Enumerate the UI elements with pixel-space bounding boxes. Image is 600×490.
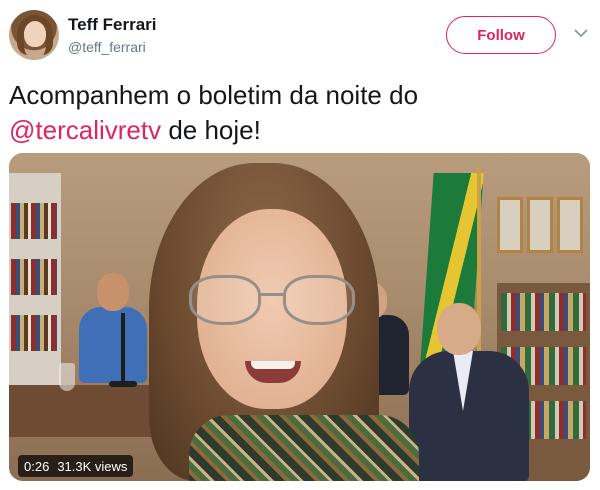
microphone-stand	[121, 313, 125, 385]
tweet-header: Teff Ferrari @teff_ferrari Follow	[0, 0, 600, 72]
chevron-down-icon[interactable]	[574, 28, 588, 38]
author-handle[interactable]: @teff_ferrari	[68, 39, 146, 55]
avatar[interactable]	[9, 10, 59, 60]
tweet-text-intro: Acompanhem o boletim da noite do	[9, 80, 419, 110]
mention-link[interactable]: @tercalivretv	[9, 115, 161, 145]
eyeglasses	[189, 275, 355, 327]
wall-portraits	[497, 197, 587, 257]
follow-button[interactable]: Follow	[446, 16, 556, 54]
video-views: 31.3K views	[57, 458, 128, 474]
tweet-text: Acompanhem o boletim da noite do @tercal…	[9, 78, 589, 148]
tweet-text-outro: de hoje!	[161, 115, 261, 145]
video-stats-badge: 0:26 31.3K views	[18, 455, 134, 477]
bookshelf-left	[9, 173, 61, 398]
avatar-face	[24, 21, 46, 47]
author-display-name[interactable]: Teff Ferrari	[68, 15, 157, 35]
video-duration: 0:26	[24, 458, 50, 474]
person-reading	[409, 303, 529, 481]
video-player[interactable]	[9, 153, 590, 481]
woman-selfie	[129, 153, 419, 481]
water-glass	[59, 363, 75, 391]
